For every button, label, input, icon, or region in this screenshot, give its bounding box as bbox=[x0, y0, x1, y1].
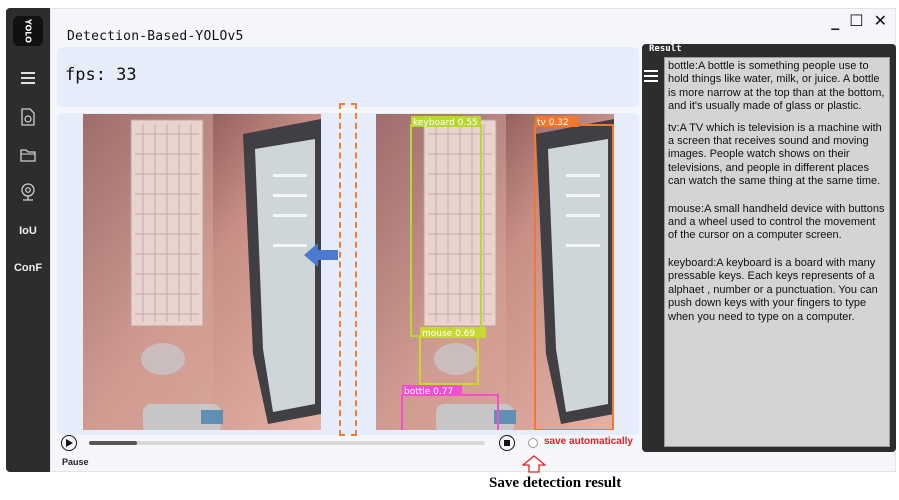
minimize-button[interactable]: _ bbox=[831, 11, 839, 30]
play-state-label: Pause bbox=[62, 457, 89, 467]
iou-label: IoU bbox=[19, 225, 37, 237]
detection-label-mouse: mouse 0.69 bbox=[422, 329, 475, 339]
progress-slider[interactable] bbox=[89, 441, 485, 445]
detection-label-tv: tv 0.32 bbox=[537, 118, 569, 128]
result-textbox[interactable]: bottle:A bottle is something people use … bbox=[664, 57, 890, 447]
window-title: Detection-Based-YOLOv5 bbox=[67, 29, 244, 44]
maximize-button[interactable]: ☐ bbox=[849, 11, 863, 30]
save-automatically-radio[interactable] bbox=[528, 438, 538, 448]
window-controls: _ ☐ ✕ bbox=[831, 11, 887, 30]
detection-label-keyboard: keyboard 0.55 bbox=[413, 118, 478, 128]
detection-label-bottle: bottle 0.77 bbox=[404, 387, 453, 397]
result-entry: mouse:A small handheld device with butto… bbox=[668, 202, 885, 242]
annotation-caption: Save detection result bbox=[489, 475, 622, 491]
close-button[interactable]: ✕ bbox=[874, 11, 887, 30]
arrow-left-icon bbox=[304, 243, 338, 267]
logo-text: YOLO bbox=[23, 19, 33, 43]
result-entry: tv:A TV which is television is a machine… bbox=[668, 121, 882, 188]
play-icon bbox=[66, 439, 73, 447]
result-entry: keyboard:A keyboard is a board with many… bbox=[668, 256, 878, 323]
result-menu-icon[interactable] bbox=[644, 68, 662, 88]
sidebar: YOLO IoU ConF bbox=[6, 8, 50, 472]
result-panel: Result bottle:A bottle is something peop… bbox=[642, 44, 896, 452]
menu-icon[interactable] bbox=[6, 64, 50, 92]
save-automatically-label: save automatically bbox=[544, 436, 633, 447]
conf-label: ConF bbox=[13, 262, 43, 274]
image-icon[interactable] bbox=[6, 103, 50, 131]
result-title: Result bbox=[649, 44, 682, 54]
arrow-up-icon bbox=[522, 455, 546, 473]
play-button[interactable] bbox=[61, 435, 77, 451]
fps-panel: fps: 33 bbox=[57, 47, 639, 107]
dashed-divider bbox=[339, 103, 357, 436]
progress-fill bbox=[89, 441, 137, 445]
conf-button[interactable]: ConF bbox=[6, 254, 50, 282]
iou-button[interactable]: IoU bbox=[6, 217, 50, 245]
yolo-logo: YOLO bbox=[13, 16, 43, 46]
stop-icon bbox=[504, 440, 510, 446]
webcam-icon[interactable] bbox=[6, 178, 50, 206]
stop-button[interactable] bbox=[499, 435, 515, 451]
original-frame bbox=[83, 114, 321, 430]
folder-icon[interactable] bbox=[6, 141, 50, 169]
result-entry: bottle:A bottle is something people use … bbox=[668, 60, 885, 113]
fps-readout: fps: 33 bbox=[65, 65, 137, 85]
detection-frame: keyboard 0.55 tv 0.32 mouse 0.69 bottle … bbox=[376, 114, 614, 430]
